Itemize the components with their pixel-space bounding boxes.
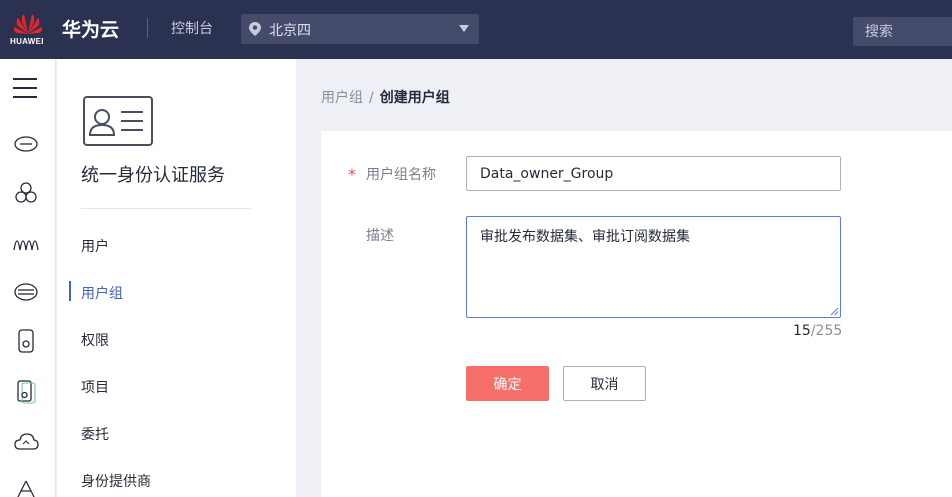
storage-device-icon[interactable]: [12, 327, 40, 355]
breadcrumb-current: 创建用户组: [379, 90, 450, 106]
cloud-icon[interactable]: [12, 428, 40, 456]
cloud-server-icon[interactable]: [12, 130, 40, 158]
breadcrumb-separator: /: [369, 90, 374, 106]
service-sidebar: 统一身份认证服务 用户 用户组 权限 项目 委托 身份提供商: [57, 59, 296, 497]
monitor-wave-icon[interactable]: [12, 228, 40, 256]
id-card-icon: [83, 96, 153, 146]
sidebar-item-permissions[interactable]: 权限: [81, 330, 109, 350]
brand-name[interactable]: 华为云: [62, 15, 119, 42]
top-bar: HUAWEI 华为云 控制台 北京四: [0, 0, 952, 59]
resize-handle-icon[interactable]: [829, 306, 839, 316]
service-rail: [0, 59, 56, 497]
sidebar-item-projects[interactable]: 项目: [81, 377, 109, 397]
breadcrumb-parent[interactable]: 用户组: [321, 90, 363, 106]
backup-device-icon[interactable]: [12, 377, 40, 405]
service-title: 统一身份认证服务: [81, 165, 225, 186]
nav-divider: [81, 208, 251, 209]
sidebar-item-users[interactable]: 用户: [81, 236, 109, 256]
menu-icon[interactable]: [13, 78, 37, 98]
sidebar-item-identity-providers[interactable]: 身份提供商: [81, 471, 151, 491]
sidebar-item-agencies[interactable]: 委托: [81, 424, 109, 444]
active-indicator: [69, 281, 71, 301]
sidebar-item-user-groups[interactable]: 用户组: [81, 283, 123, 303]
cancel-button[interactable]: 取消: [563, 366, 646, 401]
region-label: 北京四: [269, 23, 311, 39]
char-limit: /255: [810, 323, 843, 339]
char-counter: 15/255: [793, 323, 842, 339]
group-name-label: 用户组名称: [366, 167, 436, 183]
char-count: 15: [793, 323, 811, 339]
console-link[interactable]: 控制台: [171, 18, 213, 38]
confirm-button[interactable]: 确定: [466, 366, 549, 401]
group-name-input[interactable]: [466, 156, 841, 191]
region-select[interactable]: 北京四: [241, 14, 479, 44]
description-label: 描述: [366, 228, 394, 244]
breadcrumb: 用户组 / 创建用户组: [321, 87, 450, 107]
logo-text: HUAWEI: [10, 37, 44, 46]
location-pin-icon: [249, 22, 261, 36]
cluster-icon[interactable]: [12, 179, 40, 207]
required-mark: *: [348, 165, 356, 184]
header-divider: [147, 18, 148, 38]
database-icon[interactable]: [12, 278, 40, 306]
search-input[interactable]: [853, 17, 952, 46]
network-icon[interactable]: [12, 477, 40, 497]
chevron-down-icon: [459, 25, 469, 32]
description-textarea[interactable]: 审批发布数据集、审批订阅数据集: [466, 216, 841, 318]
